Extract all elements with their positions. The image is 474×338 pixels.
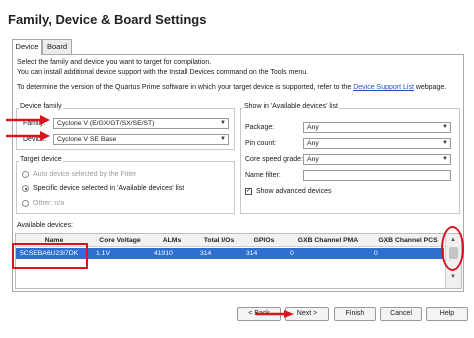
chevron-down-icon: ▼ — [220, 136, 226, 142]
auto-device-option-label: Auto device selected by the Fitter — [33, 171, 137, 178]
available-devices-label: Available devices: — [17, 222, 73, 229]
device-family-label: Device family — [19, 103, 63, 110]
next-annotation-arrow-icon — [256, 310, 294, 318]
intro-line-2: You can install additional device suppor… — [17, 69, 309, 76]
core-speed-grade-label: Core speed grade: — [245, 156, 303, 163]
package-select[interactable]: Any ▼ — [303, 122, 451, 133]
chevron-down-icon: ▼ — [442, 124, 448, 130]
column-header-gpios[interactable]: GPIOs — [242, 234, 286, 247]
gxb-channel-pma-cell: 0 — [290, 250, 294, 257]
auto-device-radio[interactable] — [22, 171, 29, 178]
intro-line-3-prefix: To determine the version of the Quartus … — [17, 84, 352, 91]
family-select[interactable]: Cyclone V (E/GX/GT/SX/SE/ST) ▼ — [53, 118, 229, 129]
core-speed-grade-value: Any — [307, 156, 319, 163]
show-advanced-label: Show advanced devices — [256, 188, 332, 195]
cancel-button[interactable]: Cancel — [380, 307, 422, 321]
device-annotation-arrow-icon — [6, 131, 50, 141]
help-button[interactable]: Help — [426, 307, 468, 321]
tab-board[interactable]: Board — [42, 39, 72, 54]
tab-device[interactable]: Device — [12, 39, 42, 55]
chevron-down-icon: ▼ — [442, 140, 448, 146]
package-value: Any — [307, 124, 319, 131]
package-label: Package: — [245, 124, 275, 131]
pin-count-value: Any — [307, 140, 319, 147]
scroll-down-icon[interactable]: ▼ — [450, 274, 456, 280]
pin-count-select[interactable]: Any ▼ — [303, 138, 451, 149]
pin-count-label: Pin count: — [245, 140, 277, 147]
intro-line-3-suffix: webpage. — [415, 84, 447, 91]
name-filter-label: Name filter: — [245, 172, 281, 179]
column-header-gxb-channel-pma[interactable]: GXB Channel PMA — [286, 234, 370, 247]
family-value: Cyclone V (E/GX/GT/SX/SE/ST) — [57, 120, 155, 127]
name-filter-input[interactable] — [303, 170, 451, 181]
column-header-gxb-channel-pcs[interactable]: GXB Channel PCS — [370, 234, 446, 247]
scrollbar-highlight — [441, 226, 464, 271]
chevron-down-icon: ▼ — [220, 120, 226, 126]
other-device-radio[interactable] — [22, 200, 29, 207]
device-name-highlight — [12, 243, 88, 269]
finish-button[interactable]: Finish — [334, 307, 376, 321]
alms-cell: 41910 — [154, 250, 173, 257]
target-device-label: Target device — [19, 156, 63, 163]
device-select[interactable]: Cyclone V SE Base ▼ — [53, 134, 229, 145]
other-device-option-label: Other: n/a — [33, 200, 65, 207]
intro-line-3: To determine the version of the Quartus … — [17, 84, 446, 91]
intro-line-1: Select the family and device you want to… — [17, 59, 212, 66]
show-in-list-label: Show in 'Available devices' list — [243, 103, 339, 110]
device-support-list-link[interactable]: Device Support List — [353, 84, 414, 91]
gpios-cell: 314 — [246, 250, 258, 257]
column-header-core-voltage[interactable]: Core Voltage — [92, 234, 148, 247]
specific-device-radio[interactable] — [22, 185, 29, 192]
column-header-total-ios[interactable]: Total I/Os — [196, 234, 242, 247]
device-value: Cyclone V SE Base — [57, 136, 117, 143]
chevron-down-icon: ▼ — [442, 156, 448, 162]
column-header-alms[interactable]: ALMs — [148, 234, 196, 247]
total-ios-cell: 314 — [200, 250, 212, 257]
gxb-channel-pcs-cell: 0 — [374, 250, 378, 257]
show-advanced-checkbox[interactable]: ✓ — [245, 188, 252, 195]
page-title: Family, Device & Board Settings — [8, 12, 207, 27]
specific-device-option-label: Specific device selected in 'Available d… — [33, 185, 185, 192]
core-speed-grade-select[interactable]: Any ▼ — [303, 154, 451, 165]
core-voltage-cell: 1.1V — [96, 250, 110, 257]
